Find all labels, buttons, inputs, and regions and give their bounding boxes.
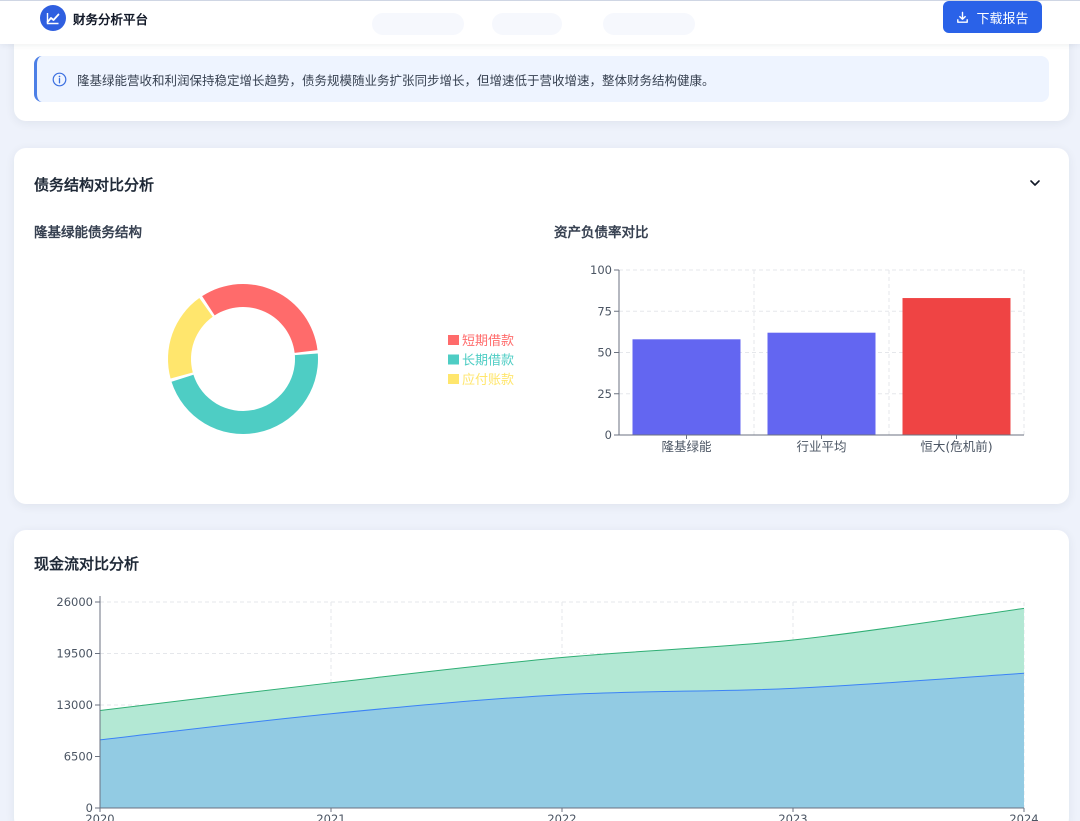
trend-chart-icon <box>40 5 66 31</box>
cashflow-area-chart: 065001300019500260002020 2021 2022 2023 2024 <box>56 595 1038 821</box>
summary-notice: 隆基绿能营收和利润保持稳定增长趋势，债务规模随业务扩张同步增长，但增速低于营收增… <box>34 56 1049 102</box>
download-label: 下载报告 <box>976 10 1029 26</box>
y-tick-label: 6500 <box>64 750 93 764</box>
download-report-button[interactable]: 下载报告 <box>943 1 1042 33</box>
x-tick-label: 2023 <box>778 812 807 821</box>
y-tick-label: 26000 <box>56 595 93 609</box>
nav-placeholder <box>603 13 695 35</box>
top-bar: 财务分析平台 下载报告 <box>0 0 1080 44</box>
debt-ratio-bar-chart: 0 25 50 75 100 隆基绿能 行业平均 恒大(危机前) <box>590 263 1025 454</box>
y-tick-label: 75 <box>597 304 612 318</box>
bar <box>632 339 741 435</box>
info-icon <box>52 72 67 86</box>
nav-placeholder <box>492 13 562 35</box>
x-tick-label: 恒大(危机前) <box>920 439 992 454</box>
x-tick-label: 2022 <box>547 812 576 821</box>
bar <box>767 332 876 435</box>
y-tick-label: 19500 <box>56 647 93 661</box>
y-tick-label: 0 <box>605 428 612 442</box>
y-tick-label: 25 <box>597 387 612 401</box>
nav-placeholder <box>372 13 464 35</box>
debt-structure-card: 债务结构对比分析 隆基绿能债务结构 资产负债率对比 短期借款 长期借款 应付账款 0… <box>14 148 1069 504</box>
brand-name: 财务分析平台 <box>73 11 149 27</box>
x-tick-label: 2024 <box>1009 812 1038 821</box>
y-tick-label: 100 <box>590 263 612 277</box>
summary-text: 隆基绿能营收和利润保持稳定增长趋势，债务规模随业务扩张同步增长，但增速低于营收增… <box>77 72 715 88</box>
x-tick-label: 行业平均 <box>796 439 846 454</box>
cashflow-card: 现金流对比分析 0 6500 13000 19500 26000 2020 2021 2022… <box>14 530 1069 821</box>
bar <box>902 298 1011 435</box>
x-tick-label: 2021 <box>316 812 345 821</box>
x-tick-label: 隆基绿能 <box>661 439 712 454</box>
y-tick-label: 50 <box>597 346 612 360</box>
download-icon <box>957 11 969 23</box>
brand[interactable]: 财务分析平台 <box>40 5 148 31</box>
x-tick-label: 2020 <box>85 812 114 821</box>
y-tick-label: 13000 <box>56 698 93 712</box>
